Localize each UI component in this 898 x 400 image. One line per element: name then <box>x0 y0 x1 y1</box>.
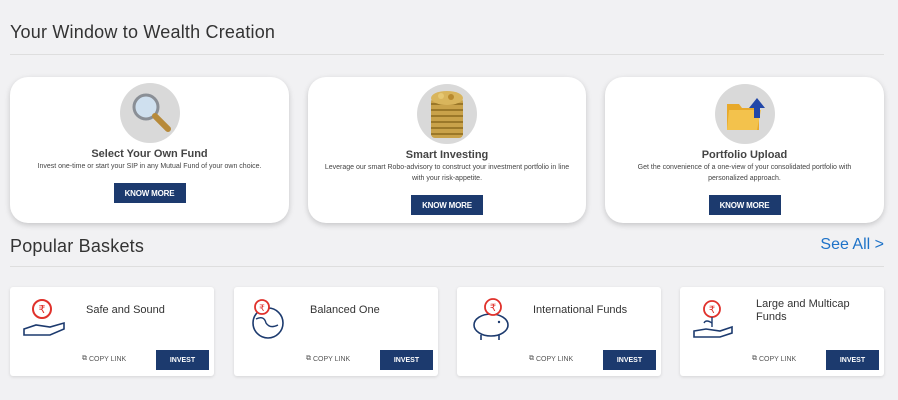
feature-description: Get the convenience of a one-view of you… <box>637 164 852 182</box>
copy-link-button[interactable]: ⧉ COPY LINK <box>529 355 573 363</box>
feature-description: Leverage our smart Robo-advisory to cons… <box>324 164 570 182</box>
copy-link-label: COPY LINK <box>313 355 351 363</box>
know-more-button[interactable]: KNOW MORE <box>411 195 483 215</box>
rupee-hand-plant-icon: ₹ <box>690 295 738 343</box>
rupee-globe-icon: ₹ <box>244 295 292 343</box>
divider <box>10 54 884 55</box>
feature-card-smart-investing: Smart Investing Leverage our smart Robo-… <box>308 77 586 223</box>
copy-icon: ⧉ <box>752 355 757 362</box>
copy-link-button[interactable]: ⧉ COPY LINK <box>82 355 126 363</box>
know-more-button[interactable]: KNOW MORE <box>708 195 781 215</box>
copy-icon: ⧉ <box>529 355 534 362</box>
copy-link-label: COPY LINK <box>759 355 797 363</box>
feature-card-portfolio-upload: Portfolio Upload Get the convenience of … <box>605 77 884 223</box>
copy-link-label: COPY LINK <box>536 355 574 363</box>
feature-title: Portfolio Upload <box>701 149 788 161</box>
invest-button[interactable]: INVEST <box>603 350 656 370</box>
basket-card-balanced-one[interactable]: ₹ Balanced One ⧉ COPY LINK INVEST <box>234 287 438 376</box>
invest-button[interactable]: INVEST <box>380 350 433 370</box>
copy-link-button[interactable]: ⧉ COPY LINK <box>752 355 796 363</box>
copy-link-button[interactable]: ⧉ COPY LINK <box>306 355 350 363</box>
feature-card-select-fund: Select Your Own Fund Invest one-time or … <box>10 77 289 223</box>
svg-text:₹: ₹ <box>39 303 46 316</box>
basket-name: Safe and Sound <box>86 304 165 316</box>
svg-text:₹: ₹ <box>709 305 715 316</box>
basket-name: Balanced One <box>310 304 380 316</box>
rupee-hand-icon: ₹ <box>20 295 68 343</box>
know-more-button[interactable]: KNOW MORE <box>113 183 186 203</box>
feature-title: Select Your Own Fund <box>91 148 208 160</box>
feature-title: Smart Investing <box>405 149 489 161</box>
basket-card-international-funds[interactable]: ₹ International Funds ⧉ COPY LINK INVEST <box>457 287 661 376</box>
page-title: Your Window to Wealth Creation <box>10 22 276 42</box>
invest-button[interactable]: INVEST <box>156 350 209 370</box>
svg-text:₹: ₹ <box>490 303 496 314</box>
folder-upload-icon <box>714 84 775 144</box>
svg-text:₹: ₹ <box>259 304 265 314</box>
basket-name: Large and Multicap Funds <box>756 298 850 323</box>
see-all-link[interactable]: See All > <box>820 236 884 254</box>
basket-name: International Funds <box>533 304 628 316</box>
basket-card-large-and-multicap-funds[interactable]: ₹ Large and Multicap Funds ⧉ COPY LINK IN… <box>680 287 884 376</box>
invest-button[interactable]: INVEST <box>826 350 879 370</box>
section-title-popular-baskets: Popular Baskets <box>10 236 145 256</box>
magnifier-icon <box>119 83 180 143</box>
copy-link-label: COPY LINK <box>89 355 127 363</box>
piggy-bank-icon: ₹ <box>467 295 515 343</box>
copy-icon: ⧉ <box>82 355 87 362</box>
copy-icon: ⧉ <box>306 355 311 362</box>
coins-stack-icon <box>417 84 477 144</box>
feature-description: Invest one-time or start your SIP in any… <box>37 163 262 170</box>
divider <box>10 266 884 267</box>
basket-card-safe-and-sound[interactable]: ₹ Safe and Sound ⧉ COPY LINK INVEST <box>10 287 214 376</box>
